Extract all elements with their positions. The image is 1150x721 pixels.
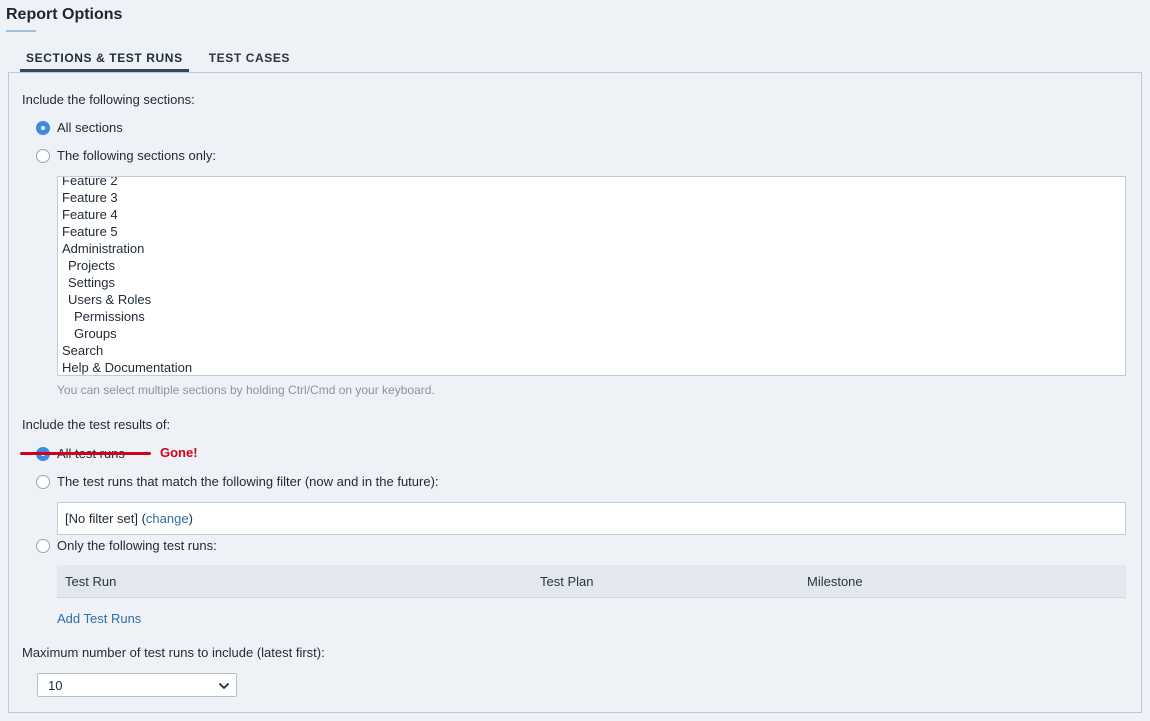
sections-label: Include the following sections: bbox=[22, 92, 195, 107]
tab-test-cases[interactable]: TEST CASES bbox=[203, 50, 296, 72]
section-list-item[interactable]: Users & Roles bbox=[62, 291, 192, 308]
radio-label: The following sections only: bbox=[57, 148, 216, 163]
section-list-item[interactable]: Feature 4 bbox=[62, 206, 192, 223]
section-list-item[interactable]: Feature 5 bbox=[62, 223, 192, 240]
column-header-test-plan: Test Plan bbox=[540, 574, 594, 589]
section-list-item[interactable]: Search bbox=[62, 342, 192, 359]
max-runs-selected-value: 10 bbox=[48, 678, 63, 693]
filter-text: [No filter set] ( bbox=[65, 511, 146, 526]
column-header-milestone: Milestone bbox=[807, 574, 863, 589]
radio-unchecked-icon[interactable] bbox=[36, 474, 50, 489]
chevron-down-icon bbox=[219, 683, 229, 689]
filter-field: [No filter set] ( change ) bbox=[57, 502, 1126, 535]
title-underline bbox=[6, 30, 36, 32]
section-list-item[interactable]: Permissions bbox=[62, 308, 192, 325]
strikethrough-annotation bbox=[20, 452, 151, 455]
radio-all-sections[interactable]: All sections bbox=[36, 120, 123, 135]
radio-checked-icon[interactable] bbox=[36, 120, 50, 135]
radio-filter-test-runs[interactable]: The test runs that match the following f… bbox=[36, 474, 439, 489]
tab-sections-test-runs[interactable]: SECTIONS & TEST RUNS bbox=[20, 50, 189, 72]
radio-unchecked-icon[interactable] bbox=[36, 538, 50, 553]
section-list-item[interactable]: Administration bbox=[62, 240, 192, 257]
radio-label: All sections bbox=[57, 120, 123, 135]
section-list-item[interactable]: Feature 3 bbox=[62, 189, 192, 206]
section-list-item[interactable]: Groups bbox=[62, 325, 192, 342]
radio-following-sections[interactable]: The following sections only: bbox=[36, 148, 216, 163]
test-runs-table-header: Test Run Test Plan Milestone bbox=[57, 565, 1126, 598]
sections-hint: You can select multiple sections by hold… bbox=[57, 383, 435, 397]
section-list-item[interactable]: Feature 2 bbox=[62, 177, 192, 189]
radio-only-following-runs[interactable]: Only the following test runs: bbox=[36, 538, 217, 553]
options-panel: Include the following sections: All sect… bbox=[8, 72, 1142, 713]
add-test-runs-link[interactable]: Add Test Runs bbox=[57, 611, 141, 626]
section-list-item[interactable]: Help & Documentation bbox=[62, 359, 192, 375]
radio-label: The test runs that match the following f… bbox=[57, 474, 439, 489]
filter-close-paren: ) bbox=[188, 511, 193, 526]
max-runs-label: Maximum number of test runs to include (… bbox=[22, 645, 325, 660]
sections-listbox[interactable]: Feature 2 Feature 3 Feature 4 Feature 5 Admi… bbox=[57, 176, 1126, 376]
radio-unchecked-icon[interactable] bbox=[36, 148, 50, 163]
sections-list: Feature 2 Feature 3 Feature 4 Feature 5 Admi… bbox=[62, 177, 192, 375]
column-header-test-run: Test Run bbox=[65, 574, 117, 589]
radio-label: Only the following test runs: bbox=[57, 538, 217, 553]
page-title: Report Options bbox=[6, 6, 123, 23]
max-runs-select[interactable]: 10 bbox=[37, 673, 237, 697]
results-label: Include the test results of: bbox=[22, 417, 171, 432]
tab-bar: SECTIONS & TEST RUNS TEST CASES bbox=[20, 50, 310, 72]
section-list-item[interactable]: Settings bbox=[62, 274, 192, 291]
gone-annotation: Gone! bbox=[160, 445, 198, 460]
section-list-item[interactable]: Projects bbox=[62, 257, 192, 274]
change-filter-link[interactable]: change bbox=[146, 511, 189, 526]
